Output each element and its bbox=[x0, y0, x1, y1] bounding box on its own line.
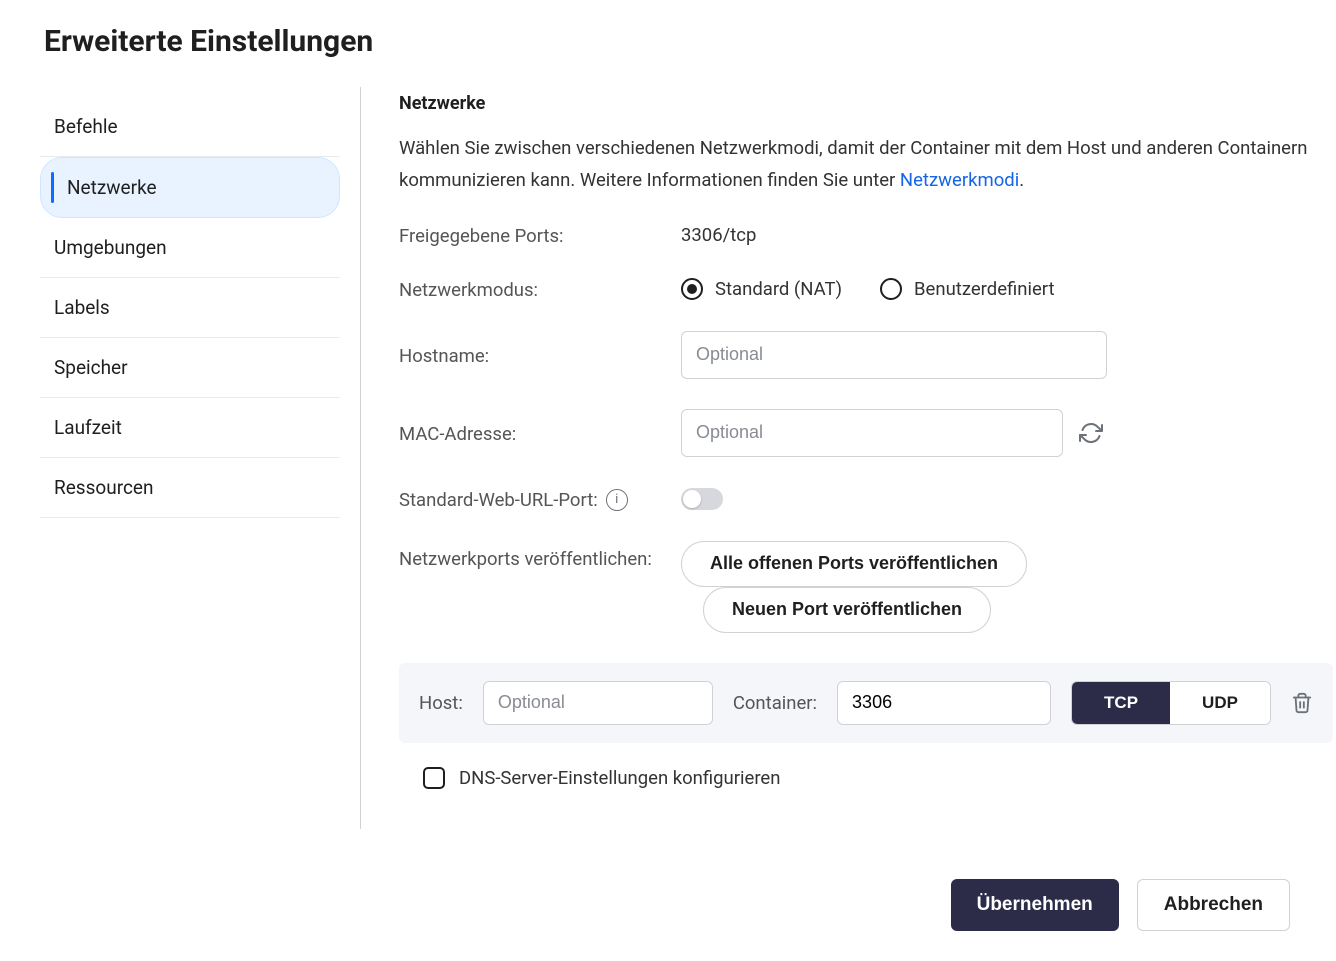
sidebar-item-laufzeit[interactable]: Laufzeit bbox=[40, 398, 340, 458]
radio-unselected-icon bbox=[880, 278, 902, 300]
trash-icon bbox=[1291, 692, 1313, 714]
hostname-label: Hostname: bbox=[399, 343, 681, 367]
sidebar-item-umgebungen[interactable]: Umgebungen bbox=[40, 218, 340, 278]
field-exposed-ports: Freigegebene Ports: 3306/tcp bbox=[399, 223, 1333, 247]
mac-address-input[interactable] bbox=[681, 409, 1063, 457]
regenerate-mac-button[interactable] bbox=[1077, 419, 1105, 447]
port-container-input[interactable] bbox=[837, 681, 1051, 725]
publish-new-port-button[interactable]: Neuen Port veröffentlichen bbox=[703, 587, 991, 633]
section-heading: Netzwerke bbox=[399, 93, 1333, 114]
exposed-ports-value: 3306/tcp bbox=[681, 224, 756, 246]
port-host-label: Host: bbox=[419, 692, 463, 714]
field-hostname: Hostname: bbox=[399, 331, 1333, 379]
network-mode-custom-label: Benutzerdefiniert bbox=[914, 278, 1055, 300]
cancel-button[interactable]: Abbrechen bbox=[1137, 879, 1290, 931]
sidebar-item-befehle[interactable]: Befehle bbox=[40, 97, 340, 157]
exposed-ports-label: Freigegebene Ports: bbox=[399, 223, 681, 247]
dns-settings-row: DNS-Server-Einstellungen konfigurieren bbox=[399, 767, 1333, 789]
footer-actions: Übernehmen Abbrechen bbox=[40, 879, 1296, 931]
network-mode-standard-label: Standard (NAT) bbox=[715, 278, 842, 300]
mac-label: MAC-Adresse: bbox=[399, 421, 681, 445]
dns-settings-checkbox[interactable] bbox=[423, 767, 445, 789]
sidebar-item-ressourcen[interactable]: Ressourcen bbox=[40, 458, 340, 518]
content-panel: Netzwerke Wählen Sie zwischen verschiede… bbox=[360, 87, 1333, 829]
web-url-port-toggle[interactable] bbox=[681, 488, 723, 510]
web-url-port-label: Standard-Web-URL-Port: bbox=[399, 489, 598, 511]
sidebar-item-speicher[interactable]: Speicher bbox=[40, 338, 340, 398]
section-description-pre: Wählen Sie zwischen verschiedenen Netzwe… bbox=[399, 137, 1307, 191]
network-modes-link[interactable]: Netzwerkmodi bbox=[900, 169, 1019, 191]
field-mac-address: MAC-Adresse: bbox=[399, 409, 1333, 457]
protocol-segment: TCP UDP bbox=[1071, 681, 1271, 725]
protocol-tcp-button[interactable]: TCP bbox=[1072, 682, 1170, 724]
page-title: Erweiterte Einstellungen bbox=[44, 24, 1296, 59]
sidebar: Befehle Netzwerke Umgebungen Labels Spei… bbox=[40, 87, 360, 829]
refresh-icon bbox=[1079, 421, 1103, 445]
field-publish-ports: Netzwerkports veröffentlichen: Alle offe… bbox=[399, 541, 1333, 633]
port-host-input[interactable] bbox=[483, 681, 713, 725]
field-network-mode: Netzwerkmodus: Standard (NAT) Benutzerde… bbox=[399, 277, 1333, 301]
field-web-url-port: Standard-Web-URL-Port: i bbox=[399, 487, 1333, 511]
port-container-label: Container: bbox=[733, 692, 817, 714]
section-description-post: . bbox=[1019, 169, 1024, 191]
sidebar-item-labels[interactable]: Labels bbox=[40, 278, 340, 338]
publish-ports-label: Netzwerkports veröffentlichen: bbox=[399, 541, 681, 576]
info-icon[interactable]: i bbox=[606, 489, 628, 511]
apply-button[interactable]: Übernehmen bbox=[951, 879, 1119, 931]
section-description: Wählen Sie zwischen verschiedenen Netzwe… bbox=[399, 132, 1333, 197]
dns-settings-label: DNS-Server-Einstellungen konfigurieren bbox=[459, 767, 780, 789]
sidebar-item-netzwerke[interactable]: Netzwerke bbox=[40, 157, 340, 218]
publish-all-ports-button[interactable]: Alle offenen Ports veröffentlichen bbox=[681, 541, 1027, 587]
protocol-udp-button[interactable]: UDP bbox=[1170, 682, 1270, 724]
hostname-input[interactable] bbox=[681, 331, 1107, 379]
radio-selected-icon bbox=[681, 278, 703, 300]
port-mapping-row: Host: Container: TCP UDP bbox=[399, 663, 1333, 743]
network-mode-standard-radio[interactable]: Standard (NAT) bbox=[681, 278, 842, 300]
network-mode-label: Netzwerkmodus: bbox=[399, 277, 681, 301]
network-mode-custom-radio[interactable]: Benutzerdefiniert bbox=[880, 278, 1055, 300]
delete-port-row-button[interactable] bbox=[1291, 692, 1313, 714]
